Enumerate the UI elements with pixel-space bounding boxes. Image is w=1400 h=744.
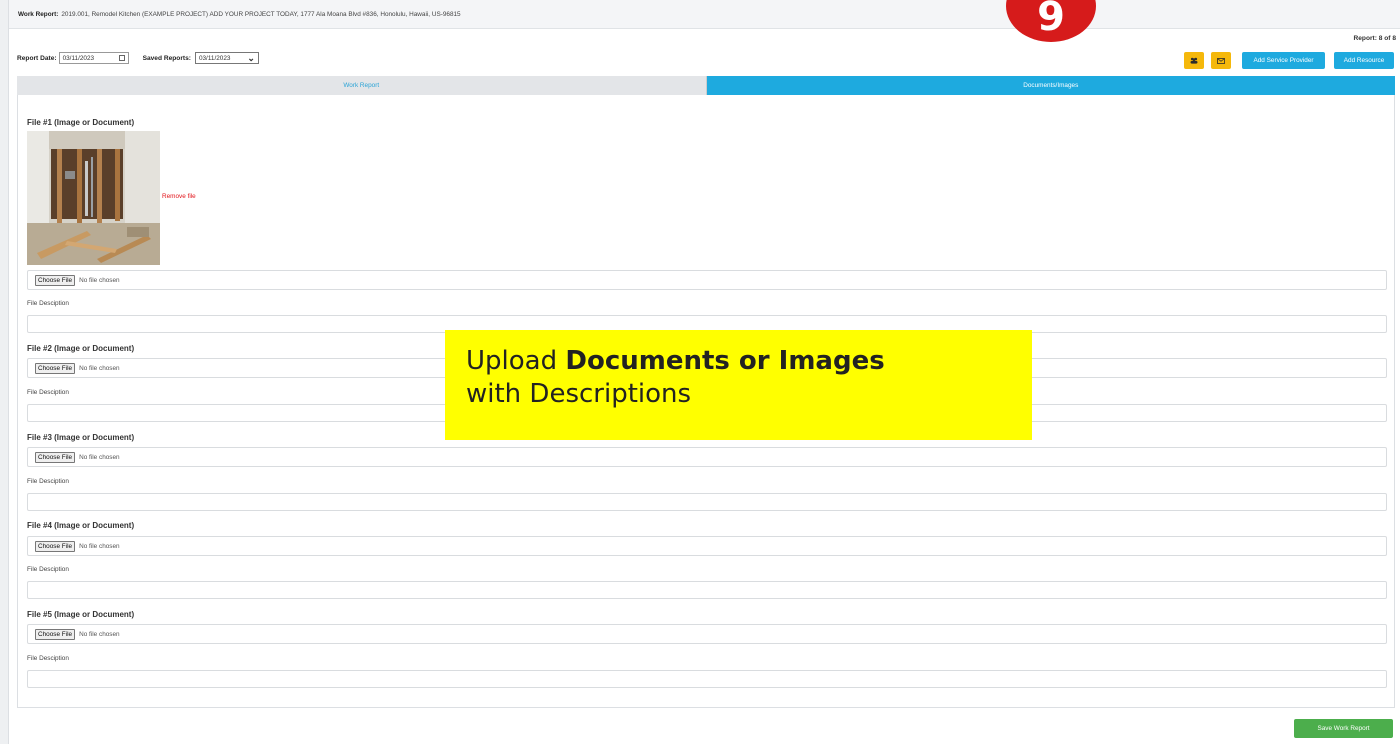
save-work-report-button[interactable]: Save Work Report: [1294, 719, 1393, 738]
file-status: No file chosen: [79, 630, 120, 638]
file-4-title: File #4 (Image or Document): [27, 521, 135, 530]
file-status: No file chosen: [79, 276, 120, 284]
saved-reports-select[interactable]: 03/11/2023 ⌄: [194, 52, 259, 64]
choose-file-button[interactable]: Choose File: [35, 540, 76, 552]
add-resource-button[interactable]: Add Resource: [1334, 52, 1394, 69]
email-button[interactable]: [1211, 52, 1231, 69]
file-3-description-label: File Desciption: [27, 478, 69, 485]
file-status: No file chosen: [79, 364, 120, 372]
file-1-thumbnail: [27, 131, 160, 265]
file-1-upload[interactable]: Choose File No file chosen: [27, 270, 1387, 290]
add-service-provider-button[interactable]: Add Service Provider: [1242, 52, 1325, 69]
left-sidebar: [0, 0, 9, 744]
file-5-description-label: File Desciption: [27, 655, 69, 662]
work-report-label: Work Report:: [18, 10, 59, 18]
users-button[interactable]: [1184, 52, 1204, 69]
tab-work-report[interactable]: Work Report: [17, 76, 707, 95]
choose-file-button[interactable]: Choose File: [35, 274, 76, 286]
file-4-description-label: File Desciption: [27, 566, 69, 573]
choose-file-button[interactable]: Choose File: [35, 628, 76, 640]
users-icon: [1190, 57, 1198, 64]
tab-bar: Work Report Documents/Images: [17, 76, 1395, 95]
envelope-icon: [1217, 57, 1225, 64]
file-5-upload[interactable]: Choose File No file chosen: [27, 624, 1387, 644]
file-4-description-input[interactable]: [27, 581, 1387, 599]
file-1-description-label: File Desciption: [27, 300, 69, 307]
file-status: No file chosen: [79, 542, 120, 550]
calendar-icon[interactable]: [118, 55, 125, 61]
file-2-title: File #2 (Image or Document): [27, 344, 135, 353]
work-report-header: Work Report: 2019.001, Remodel Kitchen (…: [9, 0, 1400, 29]
file-2-description-label: File Desciption: [27, 389, 69, 396]
file-3-upload[interactable]: Choose File No file chosen: [27, 447, 1387, 467]
tutorial-callout: Upload Documents or Images with Descript…: [445, 330, 1032, 440]
file-4-upload[interactable]: Choose File No file chosen: [27, 536, 1387, 556]
choose-file-button[interactable]: Choose File: [35, 451, 76, 463]
report-date-input[interactable]: 03/11/2023: [58, 52, 129, 64]
file-1-title: File #1 (Image or Document): [27, 118, 135, 127]
file-5-title: File #5 (Image or Document): [27, 610, 135, 619]
report-controls: Report Date: 03/11/2023 Saved Reports: 0…: [17, 52, 259, 64]
tab-documents-images[interactable]: Documents/Images: [706, 76, 1395, 95]
chevron-down-icon: ⌄: [247, 53, 255, 63]
work-report-details: 2019.001, Remodel Kitchen (EXAMPLE PROJE…: [61, 10, 461, 18]
saved-reports-label: Saved Reports:: [142, 54, 191, 62]
file-3-title: File #3 (Image or Document): [27, 433, 135, 442]
file-5-description-input[interactable]: [27, 670, 1387, 688]
remove-file-link[interactable]: Remove file: [162, 193, 196, 200]
file-status: No file chosen: [79, 453, 120, 461]
report-count: Report: 8 of 8: [1353, 35, 1397, 42]
report-date-label: Report Date:: [17, 54, 57, 62]
file-3-description-input[interactable]: [27, 493, 1387, 511]
choose-file-button[interactable]: Choose File: [35, 362, 76, 374]
step-badge: 9: [1006, 0, 1096, 42]
